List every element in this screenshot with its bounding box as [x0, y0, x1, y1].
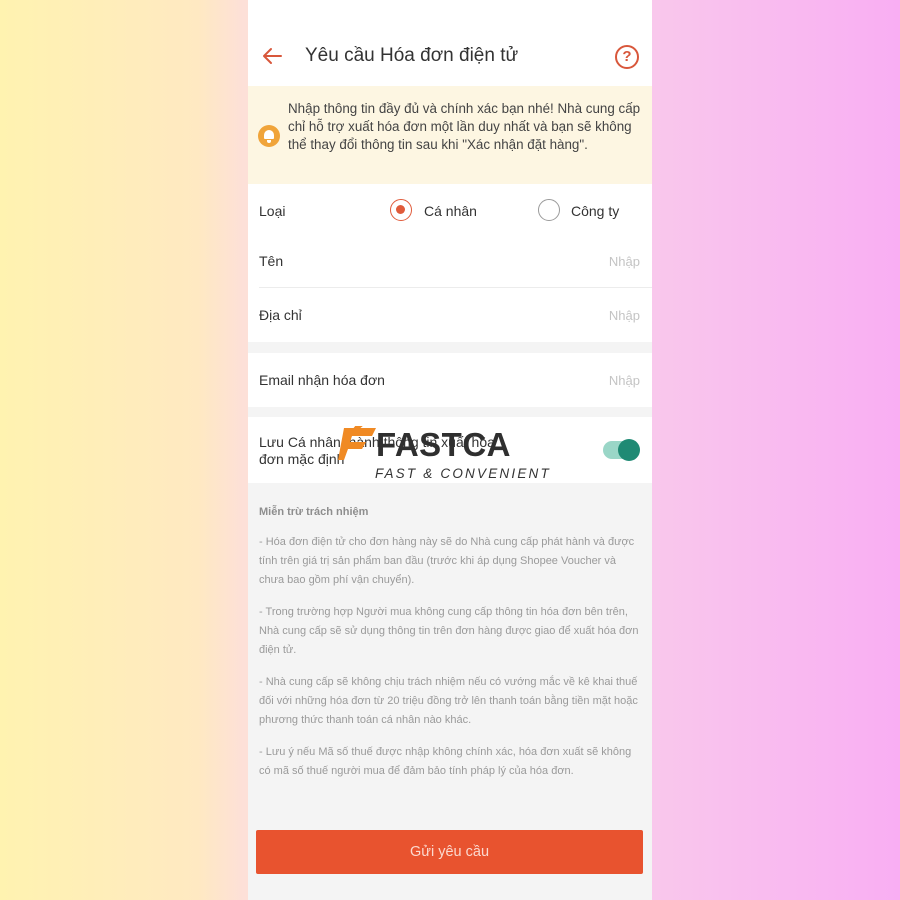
name-label: Tên — [259, 253, 284, 269]
notice-text: Nhập thông tin đầy đủ và chính xác bạn n… — [288, 101, 641, 152]
watermark-brand: FASTCA — [376, 426, 511, 463]
page-title: Yêu cầu Hóa đơn điện tử — [305, 45, 519, 66]
email-label: Email nhận hóa đơn — [259, 372, 385, 388]
bell-icon — [258, 125, 280, 147]
disclaimer-paragraph: - Nhà cung cấp sẽ không chịu trách nhiệm… — [259, 676, 638, 726]
type-row: Loại Cá nhân Công ty — [248, 184, 652, 238]
watermark: FASTCA FAST & CONVENIENT — [338, 426, 574, 488]
radio-ca-nhan-label[interactable]: Cá nhân — [424, 203, 477, 219]
email-input[interactable] — [520, 369, 640, 391]
disclaimer-paragraph: - Lưu ý nếu Mã số thuế được nhập không c… — [259, 746, 632, 777]
question-circle-icon[interactable]: ? — [615, 45, 639, 69]
address-input[interactable] — [520, 304, 640, 326]
brand-logo-icon — [338, 426, 376, 460]
disclaimer-paragraph: - Trong trường hợp Người mua không cung … — [259, 606, 639, 656]
address-row: Địa chỉ — [248, 288, 652, 342]
arrow-left-icon[interactable] — [260, 44, 284, 68]
disclaimer-paragraph: - Hóa đơn điện tử cho đơn hàng này sẽ do… — [259, 536, 635, 586]
radio-ca-nhan[interactable] — [390, 199, 412, 221]
radio-cong-ty-label[interactable]: Công ty — [571, 203, 619, 219]
address-label: Địa chỉ — [259, 307, 302, 323]
app-header: Yêu cầu Hóa đơn điện tử ? — [248, 0, 652, 86]
email-row: Email nhận hóa đơn — [248, 353, 652, 407]
save-default-toggle[interactable] — [603, 439, 640, 461]
name-row: Tên — [248, 234, 652, 288]
disclaimer-section: Miễn trừ trách nhiệm - Hóa đơn điện tử c… — [259, 506, 644, 794]
watermark-tagline: FAST & CONVENIENT — [375, 466, 551, 481]
disclaimer-title: Miễn trừ trách nhiệm — [259, 506, 369, 518]
type-label: Loại — [259, 203, 286, 219]
name-input[interactable] — [520, 250, 640, 272]
radio-cong-ty[interactable] — [538, 199, 560, 221]
submit-request-button[interactable]: Gửi yêu cầu — [256, 830, 643, 874]
